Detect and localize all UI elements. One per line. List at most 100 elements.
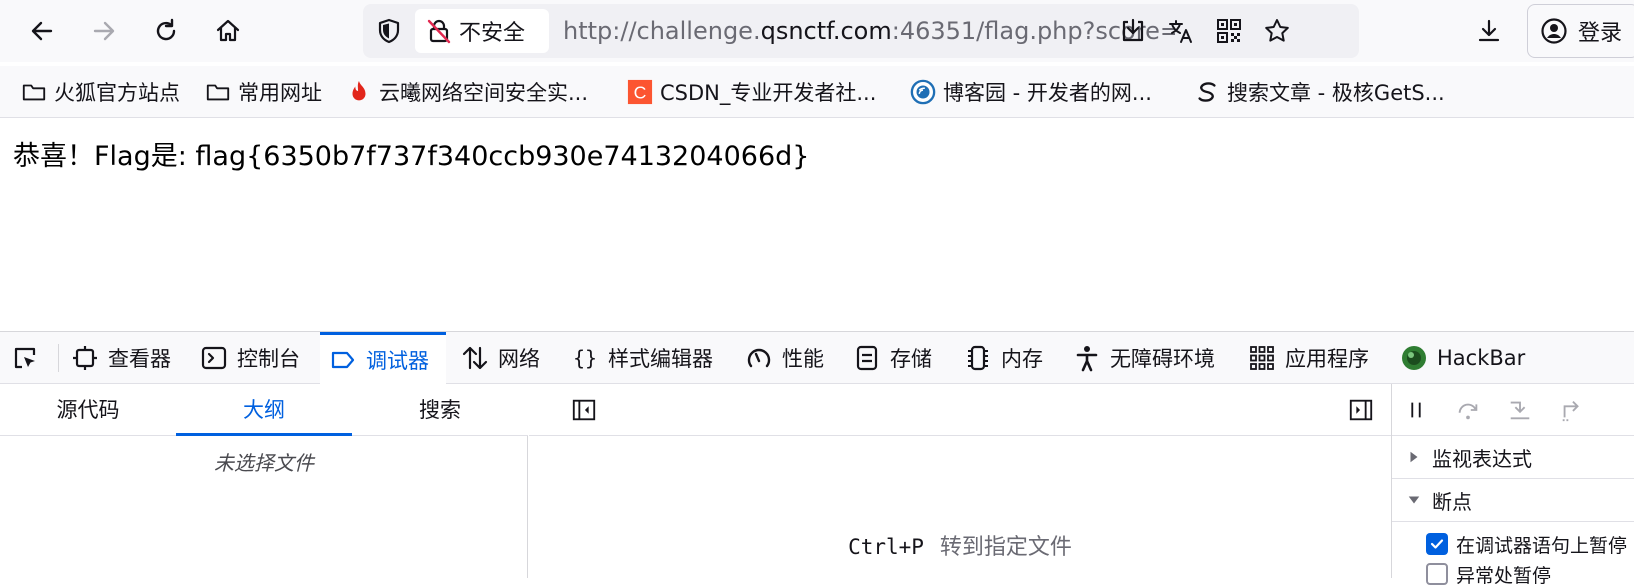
watch-expressions-header[interactable]: 监视表达式 — [1392, 436, 1634, 479]
tab-network[interactable]: 网络 — [460, 332, 540, 384]
tab-label: 调试器 — [366, 348, 429, 373]
back-button[interactable] — [22, 11, 62, 51]
security-label: 不安全 — [459, 21, 526, 46]
download-icon — [1478, 19, 1500, 42]
reload-button[interactable] — [146, 11, 186, 51]
step-out-button[interactable] — [1554, 394, 1590, 426]
url-text[interactable]: http://challenge.qsnctf.com:46351/flag.p… — [563, 4, 1175, 58]
url-bar[interactable]: 不安全 http://challenge.qsnctf.com:46351/fl… — [363, 4, 1359, 58]
cnblogs-icon — [909, 78, 937, 106]
step-over-button[interactable] — [1450, 394, 1486, 426]
editor-pane: Ctrl+P 转到指定文件 — [529, 384, 1391, 578]
breakpoints-header[interactable]: 断点 — [1392, 479, 1634, 522]
bookmark-item[interactable]: 搜索文章 - 极核GetS... — [1193, 74, 1445, 110]
translate-button[interactable] — [1165, 15, 1197, 47]
insecure-lock-icon — [427, 19, 451, 44]
tab-accessibility[interactable]: 无障碍环境 — [1072, 332, 1215, 384]
folder-icon — [20, 78, 48, 106]
tab-label: HackBar — [1437, 346, 1526, 370]
bookmarks-toolbar: 火狐官方站点 常用网址 云曦网络空间安全实... C CSDN_专业开发者社..… — [0, 66, 1634, 118]
pause-on-exceptions-checkbox[interactable]: 异常处暂停 — [1426, 560, 1551, 588]
sources-pane: 源代码 大纲 搜索 未选择文件 — [0, 384, 528, 578]
star-icon — [1265, 19, 1289, 42]
reload-icon — [156, 18, 176, 41]
breakpoints-label: 断点 — [1432, 489, 1472, 514]
bookmark-item[interactable]: 火狐官方站点 — [20, 74, 180, 110]
goto-file-hint: Ctrl+P 转到指定文件 — [529, 529, 1391, 561]
inspector-icon — [70, 343, 100, 373]
bookmark-star-button[interactable] — [1261, 15, 1293, 47]
bookmark-item[interactable]: C CSDN_专业开发者社... — [626, 74, 876, 110]
checkmark-icon — [1430, 539, 1444, 549]
qr-code-icon — [1217, 19, 1241, 43]
flame-icon — [345, 78, 373, 106]
checkbox-checked[interactable] — [1426, 533, 1448, 555]
watch-expressions-label: 监视表达式 — [1432, 446, 1532, 471]
page-content: 恭喜！Flag是: flag{6350b7f737f340ccb930e7413… — [0, 119, 1634, 331]
tab-console[interactable]: 控制台 — [199, 332, 300, 384]
tab-application[interactable]: 应用程序 — [1247, 332, 1369, 384]
pause-on-debugger-label: 在调试器语句上暂停 — [1456, 534, 1628, 557]
forward-button[interactable] — [84, 11, 124, 51]
toggle-sources-pane-button[interactable] — [570, 396, 598, 424]
tab-style-editor[interactable]: {} 样式编辑器 — [570, 332, 713, 384]
element-picker-button[interactable] — [10, 332, 50, 384]
checkbox-unchecked[interactable] — [1426, 563, 1448, 585]
bookmark-item[interactable]: 博客园 - 开发者的网... — [909, 74, 1152, 110]
accessibility-icon — [1072, 343, 1102, 373]
bookmark-item[interactable]: 常用网址 — [204, 74, 322, 110]
step-out-icon — [1562, 400, 1579, 422]
login-label: 登录 — [1578, 21, 1623, 46]
debugger-controls — [1392, 384, 1634, 436]
pause-on-exceptions-label: 异常处暂停 — [1456, 564, 1552, 587]
bookmark-label: 博客园 - 开发者的网... — [943, 81, 1152, 105]
bookmark-item[interactable]: 云曦网络空间安全实... — [345, 74, 588, 110]
devtools-tab-bar: 查看器 控制台 调试器 网络 {} 样式编辑器 性能 存储 内存 无障碍环境 应… — [0, 332, 1634, 384]
downloads-button[interactable] — [1469, 11, 1509, 51]
pause-on-debugger-checkbox[interactable]: 在调试器语句上暂停 — [1426, 530, 1627, 558]
save-to-pocket-button[interactable] — [1117, 15, 1149, 47]
forward-arrow-icon — [93, 21, 115, 41]
sources-subtabs: 源代码 大纲 搜索 — [0, 384, 528, 436]
tab-label: 网络 — [498, 347, 540, 371]
login-button[interactable]: 登录 — [1527, 4, 1634, 58]
tab-memory[interactable]: 内存 — [963, 332, 1043, 384]
home-button[interactable] — [208, 11, 248, 51]
back-arrow-icon — [31, 21, 53, 41]
style-editor-icon: {} — [570, 343, 600, 373]
tab-label: 内存 — [1001, 347, 1043, 371]
step-in-button[interactable] — [1502, 394, 1538, 426]
step-in-icon — [1510, 401, 1530, 420]
pause-button[interactable] — [1398, 394, 1434, 426]
sidebar-expand-icon — [1349, 399, 1373, 421]
subtab-outline[interactable]: 大纲 — [176, 384, 352, 436]
application-icon — [1247, 343, 1277, 373]
element-picker-icon — [10, 343, 40, 373]
bookmark-label: 火狐官方站点 — [54, 81, 180, 105]
flag-message: 恭喜！Flag是: flag{6350b7f737f340ccb930e7413… — [13, 141, 810, 172]
tab-label: 样式编辑器 — [608, 347, 713, 371]
tab-hackbar[interactable]: HackBar — [1399, 332, 1525, 384]
translate-icon — [1169, 20, 1192, 43]
tab-inspector[interactable]: 查看器 — [70, 332, 171, 384]
collapse-triangle-icon — [1406, 492, 1422, 508]
pause-icon — [1411, 402, 1421, 418]
hackbar-icon — [1399, 343, 1429, 373]
editor-toolbar — [529, 384, 1391, 436]
shortcut-description: 转到指定文件 — [939, 535, 1072, 560]
tab-performance[interactable]: 性能 — [744, 332, 824, 384]
tab-label: 查看器 — [108, 347, 171, 371]
subtab-sources[interactable]: 源代码 — [0, 384, 176, 436]
tab-debugger[interactable]: 调试器 — [320, 332, 446, 384]
toggle-debugger-sidebar-button[interactable] — [1347, 396, 1375, 424]
subtab-search[interactable]: 搜索 — [352, 384, 528, 436]
debugger-sidebar: 监视表达式 断点 在调试器语句上暂停 异常处暂停 — [1391, 384, 1634, 587]
tracking-protection-shield-icon[interactable] — [373, 15, 405, 47]
tab-storage[interactable]: 存储 — [852, 332, 932, 384]
csdn-icon: C — [626, 78, 654, 106]
connection-insecure-indicator[interactable]: 不安全 — [415, 9, 549, 53]
download-page-icon — [1122, 18, 1144, 42]
tab-label: 存储 — [890, 347, 932, 371]
qr-code-button[interactable] — [1213, 15, 1245, 47]
no-file-selected-text: 未选择文件 — [214, 451, 314, 475]
